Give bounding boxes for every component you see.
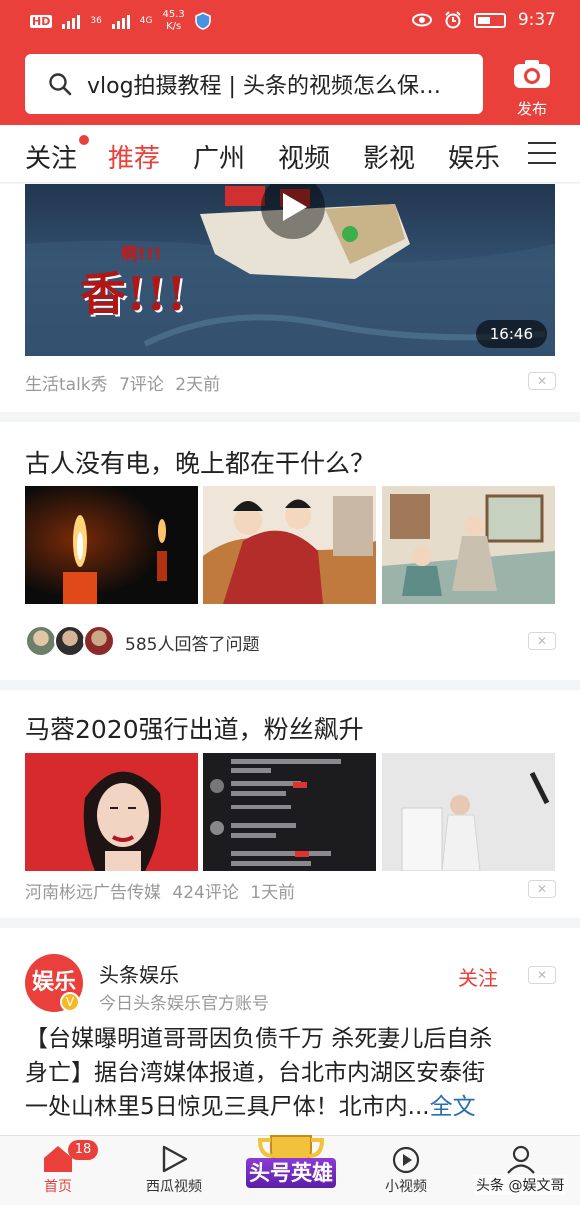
signal-icon xyxy=(62,13,81,29)
article-comments: 424评论 xyxy=(172,883,239,903)
comments-scene xyxy=(203,753,376,871)
question-title: 古人没有电，晚上都在干什么？ xyxy=(25,449,376,478)
post-line-1: 【台媒曝明道哥哥因负债千万 杀死妻儿后自杀 xyxy=(25,1026,493,1052)
painting-scene-2 xyxy=(382,486,555,604)
signal-label-1: 36 xyxy=(90,16,102,26)
nav-short-video[interactable]: 小视频 xyxy=(366,1144,446,1196)
post-card[interactable]: 娱乐 V 头条娱乐 今日头条娱乐官方账号 关注 ✕ 【台媒曝明道哥哥因负债千万 … xyxy=(0,928,580,1135)
painting-image-2[interactable] xyxy=(382,486,555,604)
video-meta: 生活talk秀 7评论 2天前 xyxy=(25,370,220,395)
signal-icon-2 xyxy=(111,13,130,29)
nav-short-label: 小视频 xyxy=(385,1179,427,1195)
dislike-button[interactable]: ✕ xyxy=(528,632,556,650)
net-speed: 45.3 K/s xyxy=(163,9,185,33)
account-name[interactable]: 头条娱乐 xyxy=(99,959,179,988)
read-more-link[interactable]: 全文 xyxy=(430,1094,476,1120)
painting-scene-1 xyxy=(203,486,376,604)
menu-icon[interactable] xyxy=(528,142,556,166)
dislike-button[interactable]: ✕ xyxy=(528,372,556,390)
article-source[interactable]: 河南彬远广告传媒 xyxy=(25,883,161,903)
follow-button[interactable]: 关注 xyxy=(458,962,498,991)
account-subtitle: 今日头条娱乐官方账号 xyxy=(99,994,269,1014)
avatar xyxy=(83,625,115,657)
avatar xyxy=(25,625,57,657)
candle-image[interactable] xyxy=(25,486,198,604)
status-bar: HD 36 4G 45.3 K/s 9:37 xyxy=(0,0,580,44)
tab-film[interactable]: 影视 xyxy=(363,138,415,175)
post-line-2: 身亡】据台湾媒体报道，台北市内湖区安泰街 xyxy=(25,1060,485,1086)
search-bar[interactable]: vlog拍摄教程 | 头条的视频怎么保… xyxy=(25,54,483,114)
tab-entertainment[interactable]: 娱乐 xyxy=(448,138,500,175)
home-badge: 18 xyxy=(68,1140,98,1160)
short-video-icon xyxy=(392,1146,420,1174)
article-time: 1天前 xyxy=(250,883,296,903)
watermark: 头条 @娱文哥 xyxy=(474,1175,567,1195)
article-meta: 河南彬远广告传媒 424评论 1天前 xyxy=(25,878,295,903)
avatar xyxy=(54,625,86,657)
question-card[interactable]: 古人没有电，晚上都在干什么？ 585人回答了问题 ✕ xyxy=(0,422,580,680)
speed-value: 45.3 xyxy=(162,9,185,20)
nav-home-label: 首页 xyxy=(44,1179,72,1195)
eye-icon xyxy=(411,13,432,27)
notification-dot xyxy=(79,135,89,145)
video-comments: 7评论 xyxy=(119,375,164,395)
article-title: 马蓉2020强行出道，粉丝飙升 xyxy=(25,715,364,744)
hd-indicator: HD xyxy=(30,14,53,28)
comments-screenshot-image[interactable] xyxy=(203,753,376,871)
tab-recommend[interactable]: 推荐 xyxy=(108,138,160,175)
publish-button[interactable]: 发布 xyxy=(506,58,558,119)
tab-follow[interactable]: 关注 xyxy=(25,138,77,175)
shield-icon xyxy=(195,12,211,30)
nav-hero-button[interactable]: 头号英雄 xyxy=(246,1132,336,1202)
play-outline-icon xyxy=(162,1145,188,1173)
video-overlay-sticker: ⾹!!! xyxy=(80,267,187,321)
alarm-icon xyxy=(445,11,461,29)
painting-image-1[interactable] xyxy=(203,486,376,604)
battery-icon xyxy=(473,12,506,28)
answer-count: 585人回答了问题 xyxy=(125,635,260,655)
verified-icon: V xyxy=(60,992,80,1012)
dislike-button[interactable]: ✕ xyxy=(528,880,556,898)
article-card[interactable]: 马蓉2020强行出道，粉丝飙升 河南彬远广告传媒 424评论 1天前 ✕ xyxy=(0,690,580,918)
portrait-scene xyxy=(25,753,198,871)
tab-guangzhou[interactable]: 广州 xyxy=(193,138,245,175)
search-query: vlog拍摄教程 | 头条的视频怎么保… xyxy=(87,74,441,99)
clock: 9:37 xyxy=(517,10,556,30)
speed-unit: K/s xyxy=(166,21,182,32)
video-thumbnail[interactable]: 啊!!! ⾹!!! 16:46 xyxy=(25,184,555,356)
search-icon xyxy=(49,73,72,96)
video-duration: 16:46 xyxy=(475,320,547,348)
studio-photo-image[interactable] xyxy=(382,753,555,871)
answerer-avatars xyxy=(25,625,115,657)
publish-label: 发布 xyxy=(516,100,547,118)
nav-xigua-label: 西瓜视频 xyxy=(146,1179,202,1195)
user-icon xyxy=(507,1145,535,1174)
post-body[interactable]: 【台媒曝明道哥哥因负债千万 杀死妻儿后自杀 身亡】据台湾媒体报道，台北市内湖区安… xyxy=(25,1022,555,1124)
category-tabs: 关注 推荐 广州 视频 影视 娱乐 xyxy=(0,125,580,183)
post-line-3: 一处山林里5日惊见三具尸体！北市内... xyxy=(25,1094,430,1120)
camera-icon xyxy=(514,60,550,88)
post-line-3-wrap: 一处山林里5日惊见三具尸体！北市内...全文 xyxy=(25,1090,555,1124)
candle-scene xyxy=(25,486,198,604)
portrait-image[interactable] xyxy=(25,753,198,871)
studio-scene xyxy=(382,753,555,871)
nav-xigua[interactable]: 西瓜视频 xyxy=(134,1144,214,1196)
video-card[interactable]: 啊!!! ⾹!!! 16:46 生活talk秀 7评论 2天前 ✕ xyxy=(0,184,580,412)
top-bar: HD 36 4G 45.3 K/s 9:37 vlog拍摄教程 | 头条的视频怎… xyxy=(0,0,580,125)
tab-video[interactable]: 视频 xyxy=(278,138,330,175)
video-source[interactable]: 生活talk秀 xyxy=(25,375,108,395)
dislike-button[interactable]: ✕ xyxy=(528,966,556,984)
signal-label-2: 4G xyxy=(139,16,153,26)
video-time: 2天前 xyxy=(175,375,221,395)
nav-hero-label: 头号英雄 xyxy=(246,1158,336,1188)
